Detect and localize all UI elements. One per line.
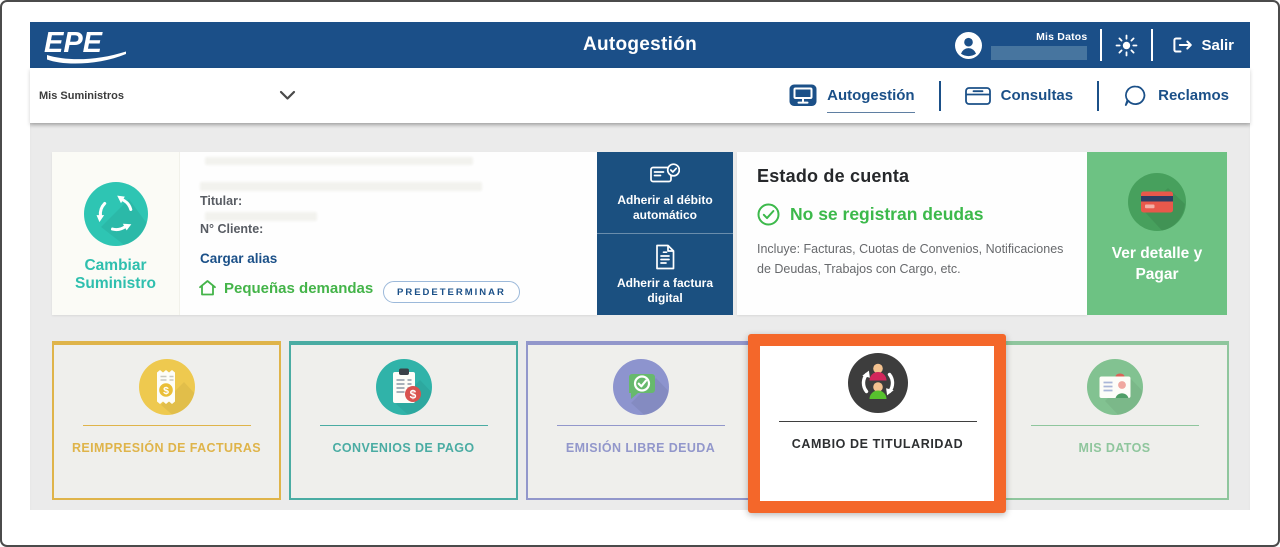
tab-label: Autogestión	[827, 87, 915, 104]
includes-note: Incluye: Facturas, Cuotas de Convenios, …	[757, 239, 1071, 279]
chevron-down-icon	[279, 90, 296, 101]
card-divider	[779, 421, 977, 422]
redacted-username	[991, 46, 1087, 60]
redacted-address-line	[200, 182, 482, 191]
main-content: Cambiar Suministro Titular: N° Cliente: …	[30, 123, 1250, 510]
shortcut-reimpresion-facturas[interactable]: $ REIMPRESIÓN DE FACTURAS	[52, 341, 281, 500]
user-avatar-icon[interactable]	[955, 32, 982, 59]
chat-bubble-icon	[1123, 84, 1148, 108]
house-icon	[198, 279, 217, 297]
shortcut-emision-libre-deuda[interactable]: EMISIÓN LIBRE DEUDA	[526, 341, 755, 500]
header-right-cluster: Mis Datos Salir	[955, 22, 1240, 68]
mis-suministros-dropdown[interactable]: Mis Suministros	[35, 68, 300, 123]
logout-button[interactable]: Salir	[1166, 34, 1240, 56]
credit-card-icon	[1128, 173, 1186, 231]
debt-status-row: No se registran deudas	[757, 203, 1087, 226]
pay-button-label: Ver detalle y Pagar	[1101, 243, 1213, 285]
shortcut-mis-datos[interactable]: MIS DATOS	[1000, 341, 1229, 500]
svg-text:$: $	[409, 388, 416, 402]
titular-label: Titular:	[200, 194, 242, 208]
tab-autogestion[interactable]: Autogestión	[783, 83, 921, 109]
epe-autogestion-app: EPE Autogestión Mis Datos	[0, 0, 1280, 547]
shortcut-label: EMISIÓN LIBRE DEUDA	[566, 441, 715, 455]
card-divider	[83, 425, 251, 426]
redacted-holder-name	[205, 212, 317, 221]
tariff-label: Pequeñas demandas	[224, 280, 373, 297]
digital-invoice-icon	[653, 244, 677, 270]
mis-datos-button[interactable]: Mis Datos	[991, 31, 1087, 60]
adherir-debito-button[interactable]: Adherir al débito automático	[597, 152, 733, 234]
card-divider	[1031, 425, 1199, 426]
debt-status-label: No se registran deudas	[790, 204, 984, 225]
cargar-alias-link[interactable]: Cargar alias	[200, 251, 277, 266]
invoice-receipt-icon: $	[139, 359, 195, 415]
cambiar-suministro-label: Cambiar Suministro	[66, 257, 166, 293]
id-card-icon	[1087, 359, 1143, 415]
svg-text:$: $	[163, 385, 169, 397]
nro-cliente-label: N° Cliente:	[200, 222, 263, 236]
tab-label: Reclamos	[1158, 87, 1229, 104]
tab-divider	[939, 81, 941, 111]
logout-icon	[1172, 35, 1193, 55]
change-supply-icon	[84, 182, 148, 246]
tab-divider	[1097, 81, 1099, 111]
debt-free-check-icon	[613, 359, 669, 415]
adherir-factura-label: Adherir a factura digital	[610, 276, 720, 306]
adhesion-column: Adherir al débito automático Adherir a f…	[597, 152, 733, 315]
shortcut-label: MIS DATOS	[1079, 441, 1151, 455]
top-header: EPE Autogestión Mis Datos	[30, 22, 1250, 68]
adherir-factura-button[interactable]: Adherir a factura digital	[597, 234, 733, 315]
header-divider	[1100, 29, 1102, 61]
mis-suministros-label: Mis Suministros	[39, 90, 124, 102]
shortcut-label: CAMBIO DE TITULARIDAD	[792, 437, 964, 451]
supply-card: Cambiar Suministro Titular: N° Cliente: …	[52, 152, 597, 315]
mis-datos-label[interactable]: Mis Datos	[1036, 31, 1087, 43]
predeterminar-button[interactable]: PREDETERMINAR	[383, 281, 520, 303]
nav-tabs: Autogestión Consultas Reclamos	[783, 68, 1235, 123]
cambiar-suministro-button[interactable]: Cambiar Suministro	[52, 152, 180, 315]
inbox-icon	[965, 85, 991, 107]
card-shield-check-icon	[650, 163, 680, 187]
card-divider	[320, 425, 488, 426]
shortcut-label: CONVENIOS DE PAGO	[332, 441, 474, 455]
logout-label: Salir	[1201, 37, 1234, 54]
sub-nav: Mis Suministros Autogestión	[30, 68, 1250, 123]
estado-title: Estado de cuenta	[757, 166, 1087, 187]
theme-sun-icon[interactable]	[1115, 34, 1138, 57]
estado-de-cuenta-card: Estado de cuenta No se registran deudas …	[737, 152, 1087, 315]
tab-label: Consultas	[1001, 87, 1074, 104]
shortcut-cambio-de-titularidad[interactable]: CAMBIO DE TITULARIDAD	[763, 341, 992, 500]
card-divider	[557, 425, 725, 426]
adherir-debito-label: Adherir al débito automático	[610, 193, 720, 223]
tab-consultas[interactable]: Consultas	[959, 84, 1080, 108]
header-divider	[1151, 29, 1153, 61]
monitor-icon	[789, 84, 817, 108]
shortcut-label: REIMPRESIÓN DE FACTURAS	[72, 441, 261, 455]
ownership-swap-icon	[848, 353, 908, 413]
ver-detalle-pagar-button[interactable]: Ver detalle y Pagar	[1087, 152, 1227, 315]
shortcut-convenios-de-pago[interactable]: $ CONVENIOS DE PAGO	[289, 341, 518, 500]
check-circle-icon	[757, 203, 780, 226]
redacted-address-line	[205, 157, 473, 165]
tariff-row: Pequeñas demandas	[198, 279, 373, 297]
tab-reclamos[interactable]: Reclamos	[1117, 83, 1235, 109]
payment-agreement-icon: $	[376, 359, 432, 415]
